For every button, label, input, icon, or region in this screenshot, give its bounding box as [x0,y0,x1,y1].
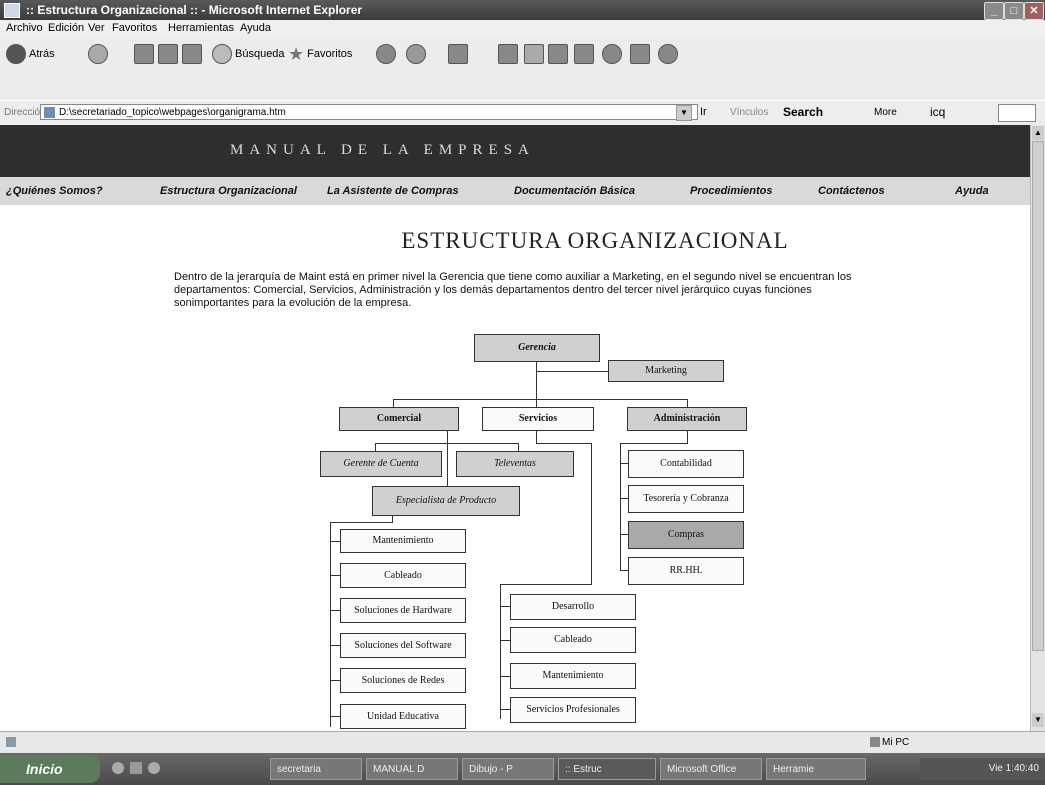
connector-line [518,443,519,451]
scroll-thumb[interactable] [1032,141,1044,651]
connector-line [500,676,510,677]
connector-line [536,443,591,444]
connector-line [375,443,518,444]
org-node-mantenimiento: Mantenimiento [340,529,466,553]
scroll-up-button[interactable]: ▲ [1032,126,1044,140]
connector-line [375,443,376,451]
connector-line [330,716,340,717]
org-node-servicios: Servicios [482,407,594,431]
connector-line [536,399,537,407]
connector-line [536,371,608,372]
org-node-marketing: Marketing [608,360,724,382]
org-node-rrhh: RR.HH. [628,557,744,585]
quicklaunch-media-icon[interactable] [148,762,160,774]
org-node-administracion: Administración [627,407,747,431]
status-bar: Mi PC [0,731,1045,754]
connector-line [330,645,340,646]
connector-line [536,361,537,399]
connector-line [393,399,394,407]
org-node-soluciones-software: Soluciones del Software [340,633,466,658]
org-node-servicios-mantenimiento: Mantenimiento [510,663,636,689]
org-node-televentas: Televentas [456,451,574,477]
connector-line [330,575,340,576]
connector-line [620,463,628,464]
start-label: Inicio [26,761,63,777]
connector-line [500,606,510,607]
clock-time: Vie 1:40:40 [988,763,1039,774]
connector-line [393,399,687,400]
connector-line [536,431,537,443]
connector-line [687,431,688,443]
org-node-gerencia: Gerencia [474,334,600,362]
vertical-scrollbar[interactable]: ▲ ▼ [1030,125,1045,731]
org-node-compras: Compras [628,521,744,549]
org-node-contabilidad: Contabilidad [628,450,744,478]
quicklaunch-browser-icon[interactable] [112,762,124,774]
connector-line [620,443,688,444]
taskbar: Inicio secretaria MANUAL D Dibujo - P ::… [0,753,1045,785]
connector-line [330,522,393,523]
connector-line [620,570,628,571]
taskbar-item-manual[interactable]: MANUAL D [366,758,458,780]
org-node-servicios-profesionales: Servicios Profesionales [510,697,636,723]
connector-line [687,399,688,407]
connector-line [591,443,592,584]
org-node-unidad-educativa: Unidad Educativa [340,704,466,729]
taskbar-item-dibujo[interactable]: Dibujo - P [462,758,554,780]
org-node-desarrollo: Desarrollo [510,594,636,620]
taskbar-item-office[interactable]: Microsoft Office [660,758,762,780]
org-node-tesoreria: Tesorería y Cobranza [628,485,744,513]
org-node-cableado: Cableado [340,563,466,588]
connector-line [330,610,340,611]
connector-line [330,522,331,727]
computer-icon [870,737,880,747]
taskbar-item-secretaria[interactable]: secretaria [270,758,362,780]
org-node-soluciones-hardware: Soluciones de Hardware [340,598,466,623]
org-node-gerente-cuenta: Gerente de Cuenta [320,451,442,477]
connector-line [620,498,628,499]
connector-line [500,584,592,585]
org-node-especialista: Especialista de Producto [372,486,520,516]
connector-line [620,534,628,535]
start-button[interactable]: Inicio [0,755,100,783]
security-zone: Mi PC [882,737,910,748]
connector-line [500,709,510,710]
done-page-icon [6,737,16,747]
scroll-down-button[interactable]: ▼ [1032,713,1044,727]
org-node-comercial: Comercial [339,407,459,431]
connector-line [500,584,501,719]
connector-line [500,640,510,641]
system-clock: Vie 1:40:40 [920,758,1045,780]
taskbar-item-herramientas[interactable]: Herramie [766,758,866,780]
connector-line [330,680,340,681]
org-node-servicios-cableado: Cableado [510,627,636,653]
connector-line [330,541,340,542]
org-chart: Gerencia Marketing Comercial Servicios A… [0,0,1030,731]
connector-line [447,431,448,486]
org-node-soluciones-redes: Soluciones de Redes [340,668,466,693]
quicklaunch-desktop-icon[interactable] [130,762,142,774]
taskbar-item-estructura[interactable]: :: Estruc [558,758,656,780]
